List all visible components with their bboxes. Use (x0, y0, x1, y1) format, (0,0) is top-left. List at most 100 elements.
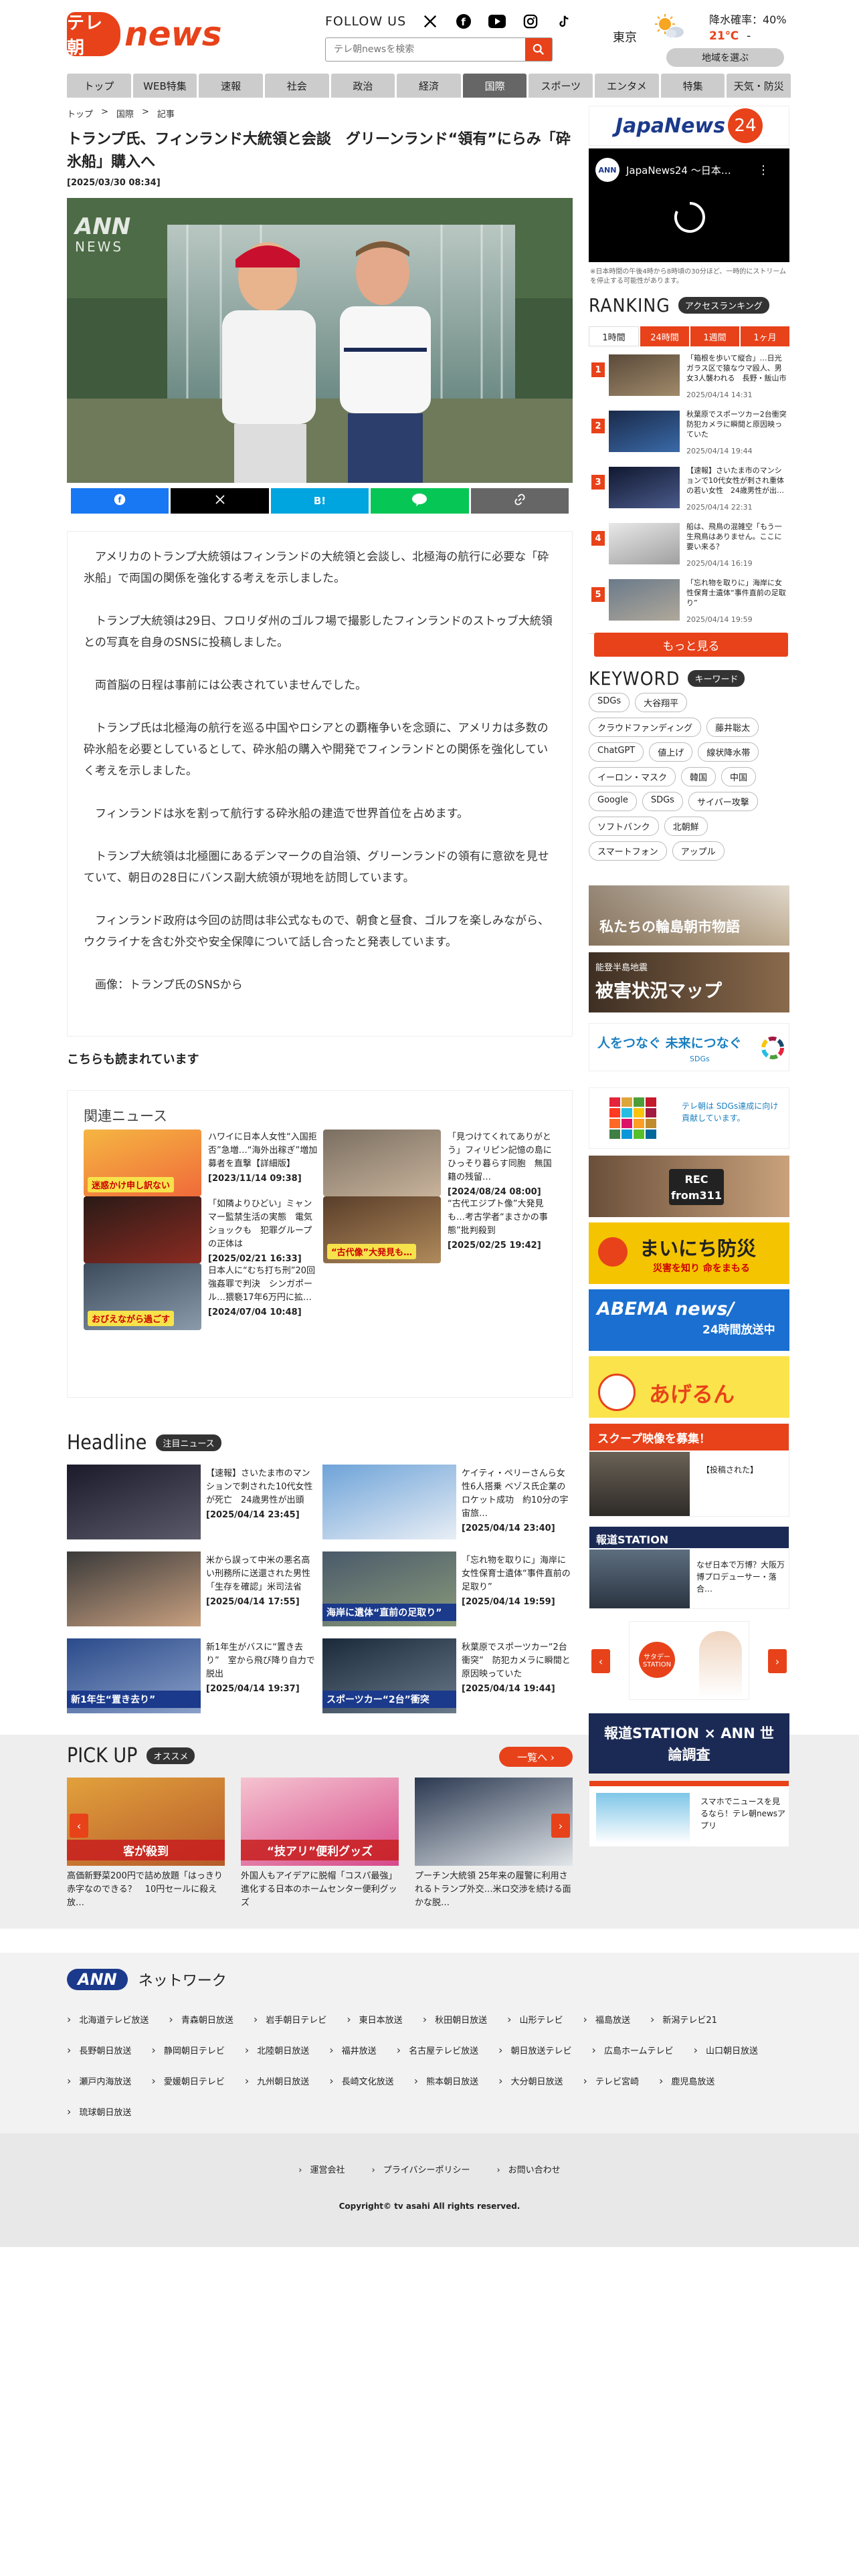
ranking-item[interactable]: 1 「箱根を歩いて縦合」…日光ガラス区で猿なウマ殴人、男女3人襲われる 長野・飯山… (589, 349, 789, 409)
saturday-station-banner[interactable]: サタデーSTATION (629, 1621, 749, 1700)
network-station-link[interactable]: 北陸朝日放送 (245, 2034, 329, 2065)
headline-item[interactable]: ケイティ・ペリーさんら女性6人搭乗 ベゾス氏企業のロケット成功 約10分の宇宙旅… (322, 1465, 573, 1543)
keyword-chip[interactable]: Google (589, 792, 637, 811)
japanews24-banner[interactable]: JapaNews 24 (589, 106, 789, 146)
network-station-link[interactable]: 九州朝日放送 (245, 2065, 329, 2096)
share-button[interactable] (171, 488, 269, 514)
keyword-chip[interactable]: 大谷翔平 (635, 693, 688, 712)
related-item[interactable]: 迷惑かけ申し訳ない ハワイに日本人女性“入国拒否”急増…“海外出稼ぎ”増加 募者を… (84, 1130, 326, 1203)
keyword-chip[interactable]: SDGs (642, 792, 683, 811)
nav-item[interactable]: 経済 (397, 74, 461, 98)
keyword-chip[interactable]: 値上げ (649, 742, 693, 762)
network-station-link[interactable]: 青森朝日放送 (169, 2004, 253, 2034)
keyword-chip[interactable]: スマートフォン (589, 841, 667, 861)
noto-map-banner[interactable]: 能登半島地震 被害状況マップ (589, 952, 789, 1012)
network-station-link[interactable]: 東日本放送 (347, 2004, 422, 2034)
nav-item[interactable]: 社会 (264, 74, 329, 98)
keyword-chip[interactable]: 北朝鮮 (664, 817, 708, 836)
network-station-link[interactable]: 愛媛朝日テレビ (151, 2065, 244, 2096)
related-item[interactable]: おびえながら過ごす 日本人に“むち打ち刑”20回 強姦罪で判決 シンガポール…猥褻… (84, 1263, 324, 1337)
network-station-link[interactable]: 琉球朝日放送 (67, 2096, 151, 2127)
network-station-link[interactable]: 北海道テレビ放送 (67, 2004, 169, 2034)
abema-banner[interactable]: ABEMA news/ 24時間放送中 (589, 1289, 789, 1351)
search-input[interactable] (326, 38, 525, 61)
ranking-item[interactable]: 3 【速報】さいたま市のマンションで10代女性が刺され重体の若い女性 24歳男性が… (589, 461, 789, 522)
headline-item[interactable]: 米から誤って中米の悪名高い刑務所に送還された男性「生存を確認」米司法省 [2025… (67, 1551, 317, 1630)
keyword-chip[interactable]: 中国 (721, 767, 757, 786)
share-button[interactable]: B! (270, 488, 369, 514)
network-station-link[interactable]: 長野朝日放送 (67, 2034, 151, 2065)
network-station-link[interactable]: 熊本朝日放送 (414, 2065, 498, 2096)
breadcrumb-top[interactable]: トップ (67, 107, 93, 120)
keyword-chip[interactable]: アップル (672, 841, 725, 861)
keyword-chip[interactable]: 韓国 (681, 767, 717, 786)
related-item[interactable]: 「見つけてくれてありがとう」フィリピン記憶の島にひっそり暮らす同胞 無国籍の残留… (323, 1130, 557, 1203)
network-station-link[interactable]: 名古屋テレビ放送 (397, 2034, 498, 2065)
youtube-player[interactable]: ANN JapaNews24 ～日本… ⋮ (589, 148, 789, 262)
related-item[interactable]: 「如隣よりひどい」ミャンマー監禁生活の実態 電気ショックも 犯罪グループの正体は… (84, 1196, 318, 1270)
network-station-link[interactable]: 大分朝日放送 (498, 2065, 583, 2096)
headline-item[interactable]: 新1年生“置き去り” 新1年生がバスに“置き去り” 室から飛び降り自力で脱出 [20… (67, 1638, 317, 1717)
nav-item[interactable]: トップ (67, 74, 131, 98)
headline-item[interactable]: 海岸に遺体“直前の足取り” 「忘れ物を取りに」海岸に女性保育士遺体“事件直前の足取… (322, 1551, 573, 1630)
keyword-chip[interactable]: クラウドファンディング (589, 718, 702, 737)
network-station-link[interactable]: 福島放送 (583, 2004, 650, 2034)
youtube-icon[interactable] (488, 12, 506, 31)
scoop-banner[interactable]: スクープ映像を募集！ 【投稿された】 (589, 1423, 789, 1517)
sdgs2-banner[interactable]: テレ朝は SDGs達成に向け 貢献しています。 (589, 1087, 789, 1149)
pickup-prev-arrow[interactable]: ‹ (70, 1814, 88, 1838)
pickup-item[interactable]: 客が殺到 高価新野菜200円で詰め放題「はっきり赤字なのできる？ 10円セールに殺… (67, 1778, 225, 1910)
network-station-link[interactable]: 秋田朝日放送 (423, 2004, 507, 2034)
pickup-item[interactable]: “技アリ”便利グッズ 外国人もアイデアに脱帽「コスパ最強」進化する日本のホームセン… (241, 1778, 399, 1910)
network-station-link[interactable]: 山口朝日放送 (694, 2034, 778, 2065)
network-station-link[interactable]: 福井放送 (329, 2034, 396, 2065)
ranking-tab-1m[interactable]: 1ヶ月 (741, 326, 789, 346)
ranking-item[interactable]: 4 船は、飛鳥の混雑空「もう一生飛鳥はありません。ここに要い来る？ 2025/04/… (589, 518, 789, 578)
keyword-chip[interactable]: 藤井聡太 (706, 718, 759, 737)
keyword-chip[interactable]: SDGs (589, 693, 630, 712)
search-button[interactable] (525, 38, 552, 61)
keyword-chip[interactable]: 線状降水帯 (698, 742, 759, 762)
ranking-more-button[interactable]: もっと見る (594, 633, 788, 657)
share-button[interactable] (470, 488, 569, 514)
nav-item[interactable]: WEB特集 (132, 74, 197, 98)
nav-item[interactable]: スポーツ (529, 74, 593, 98)
slider-prev-arrow[interactable]: ‹ (591, 1649, 610, 1673)
network-station-link[interactable]: 静岡朝日テレビ (151, 2034, 244, 2065)
pickup-item[interactable]: プーチン大統領 25年来の履警に利用されるトランプ外交…米ロ交渉を続ける面かな脱… (415, 1778, 573, 1910)
hodo-station-banner[interactable]: 報道STATION なぜ日本で万博？大阪万博プロデューサー・落合… (589, 1526, 789, 1609)
share-button[interactable]: f (71, 488, 169, 514)
instagram-icon[interactable] (521, 12, 540, 31)
nav-item[interactable]: 政治 (330, 74, 395, 98)
keyword-chip[interactable]: ソフトバンク (589, 817, 659, 836)
network-station-link[interactable]: 山形テレビ (507, 2004, 583, 2034)
keyword-chip[interactable]: サイバー攻撃 (688, 792, 758, 811)
tiktok-icon[interactable] (555, 12, 573, 31)
pickup-all-button[interactable]: 一覧へ › (499, 1747, 573, 1767)
bousai-banner[interactable]: まいにち防災 災害を知り 命をまもる (589, 1222, 789, 1284)
footer-link-privacy[interactable]: プライバシーポリシー (372, 2163, 470, 2175)
related-item[interactable]: “古代像”大発見も… “古代エジプト像”大発見も…考古学者“まさかの事態”批判殺到… (323, 1196, 557, 1270)
x-icon[interactable] (421, 12, 440, 31)
keyword-chip[interactable]: ChatGPT (589, 742, 644, 762)
nav-item[interactable]: 特集 (660, 74, 725, 98)
nav-item[interactable]: 国際 (462, 74, 527, 98)
nav-item[interactable]: 速報 (199, 74, 263, 98)
ranking-tab-24h[interactable]: 24時間 (640, 326, 689, 346)
headline-item[interactable]: 【速報】さいたま市のマンションで刺された10代女性が死亡 24歳男性が出頭 [20… (67, 1465, 317, 1543)
app-banner[interactable]: スマホでニュースを見るなら！テレ朝newsアプリ (589, 1780, 789, 1847)
nav-item[interactable]: エンタメ (595, 74, 659, 98)
share-button[interactable] (371, 488, 469, 514)
breadcrumb-kokusai[interactable]: 国際 (116, 107, 134, 120)
footer-link-company[interactable]: 運営会社 (298, 2163, 345, 2175)
ranking-item[interactable]: 5 「忘れ物を取りに」海岸に女性保育士遺体“事件直前の足取り” 2025/04/14… (589, 574, 789, 634)
more-icon[interactable]: ⋮ (757, 163, 769, 177)
area-select-button[interactable]: 地域を選ぶ (666, 48, 784, 67)
ranking-tab-1w[interactable]: 1週間 (690, 326, 739, 346)
nav-item[interactable]: 天気・防災 (727, 74, 791, 98)
sdgs-banner[interactable]: 人をつなぐ 未来につなぐ SDGs (589, 1023, 789, 1071)
headline-item[interactable]: スポーツカー“2台”衝突 秋葉原でスポーツカー“2台衝突” 防犯カメラに瞬間と原因… (322, 1638, 573, 1717)
network-station-link[interactable]: 瀬戸内海放送 (67, 2065, 151, 2096)
network-station-link[interactable]: 広島ホームテレビ (592, 2034, 694, 2065)
keyword-chip[interactable]: イーロン・マスク (589, 767, 676, 786)
